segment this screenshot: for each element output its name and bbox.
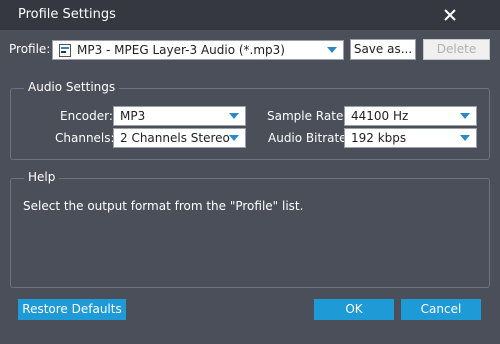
profile-label: Profile: <box>9 42 51 56</box>
restore-defaults-button[interactable]: Restore Defaults <box>18 299 126 320</box>
encoder-label: Encoder: <box>60 109 113 123</box>
close-button[interactable] <box>438 3 462 27</box>
encoder-select[interactable]: MP3 <box>113 106 246 126</box>
chevron-down-icon <box>327 47 337 53</box>
cancel-button[interactable]: Cancel <box>401 299 481 320</box>
chevron-down-icon <box>229 135 239 141</box>
profile-value: MP3 - MPEG Layer-3 Audio (*.mp3) <box>77 43 285 57</box>
audio-settings-legend: Audio Settings <box>24 80 120 94</box>
title-bar: Profile Settings <box>0 0 500 30</box>
profile-select[interactable]: MP3 - MPEG Layer-3 Audio (*.mp3) <box>52 40 344 60</box>
audio-bitrate-select[interactable]: 192 kbps <box>344 128 477 148</box>
chevron-down-icon <box>460 113 470 119</box>
encoder-value: MP3 <box>120 109 146 123</box>
chevron-down-icon <box>460 135 470 141</box>
channels-label: Channels: <box>55 131 115 145</box>
ok-button[interactable]: OK <box>314 299 394 320</box>
help-group <box>10 178 490 288</box>
help-legend: Help <box>24 170 60 184</box>
delete-button[interactable]: Delete <box>423 39 490 60</box>
channels-value: 2 Channels Stereo <box>120 131 230 145</box>
audio-bitrate-value: 192 kbps <box>351 131 407 145</box>
sample-rate-value: 44100 Hz <box>351 109 409 123</box>
audio-bitrate-label: Audio Bitrate: <box>268 131 351 145</box>
save-as-button[interactable]: Save as... <box>350 39 416 60</box>
window-title: Profile Settings <box>18 7 116 22</box>
audio-file-icon <box>59 44 71 57</box>
chevron-down-icon <box>229 113 239 119</box>
sample-rate-select[interactable]: 44100 Hz <box>344 106 477 126</box>
sample-rate-label: Sample Rate: <box>267 109 348 123</box>
channels-select[interactable]: 2 Channels Stereo <box>113 128 246 148</box>
help-text: Select the output format from the "Profi… <box>23 199 304 213</box>
close-icon <box>444 9 456 21</box>
